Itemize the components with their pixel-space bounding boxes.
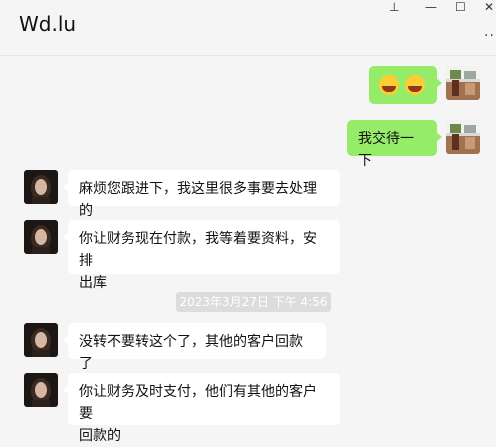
message-text-line: 出库 [79, 275, 107, 291]
message-text: 没转不要转这个了，其他的客户回款了 [79, 334, 303, 372]
message-text-line: 你让财务现在付款，我等着要资料，安排 [79, 231, 317, 269]
more-options-icon[interactable]: ··· [484, 28, 496, 44]
message-text-line: 你让财务及时支付，他们有其他的客户要 [79, 384, 317, 422]
tears-of-joy-emoji-icon [379, 75, 399, 95]
pin-icon[interactable]: ⊥ [389, 0, 403, 14]
message-bubble-self[interactable]: 我交待一下 [347, 120, 442, 169]
tears-of-joy-emoji-icon [405, 75, 426, 95]
message-bubble-contact[interactable]: 你让财务现在付款，我等着要资料，安排 出库 [63, 220, 340, 291]
minimize-icon[interactable]: — [425, 0, 439, 14]
message-text-line: 回款的 [79, 428, 121, 444]
message-bubble-contact[interactable]: 你让财务及时支付，他们有其他的客户要 回款的 [63, 373, 340, 444]
message-bubble-contact[interactable]: 没转不要转这个了，其他的客户回款了 [63, 323, 326, 372]
avatar-contact[interactable] [24, 220, 58, 254]
avatar-contact[interactable] [24, 170, 58, 204]
message-bubble-contact[interactable]: 麻烦您跟进下，我这里很多事要去处理的 [63, 170, 340, 219]
maximize-icon[interactable]: ☐ [455, 0, 469, 14]
avatar-self[interactable] [446, 66, 480, 100]
message-timestamp: 2023年3月27日 下午 4:56 [176, 292, 331, 312]
avatar-contact[interactable] [24, 373, 58, 407]
close-icon[interactable]: ✕ [484, 0, 496, 14]
message-text: 麻烦您跟进下，我这里很多事要去处理的 [79, 181, 317, 219]
avatar-self[interactable] [446, 120, 480, 154]
chat-header: Wd.lu ⊥ — ☐ ✕ ··· [0, 0, 496, 56]
message-text: 我交待一下 [358, 131, 414, 169]
chat-title: Wd.lu [19, 12, 77, 36]
message-bubble-self[interactable] [369, 66, 442, 104]
avatar-contact[interactable] [24, 323, 58, 357]
